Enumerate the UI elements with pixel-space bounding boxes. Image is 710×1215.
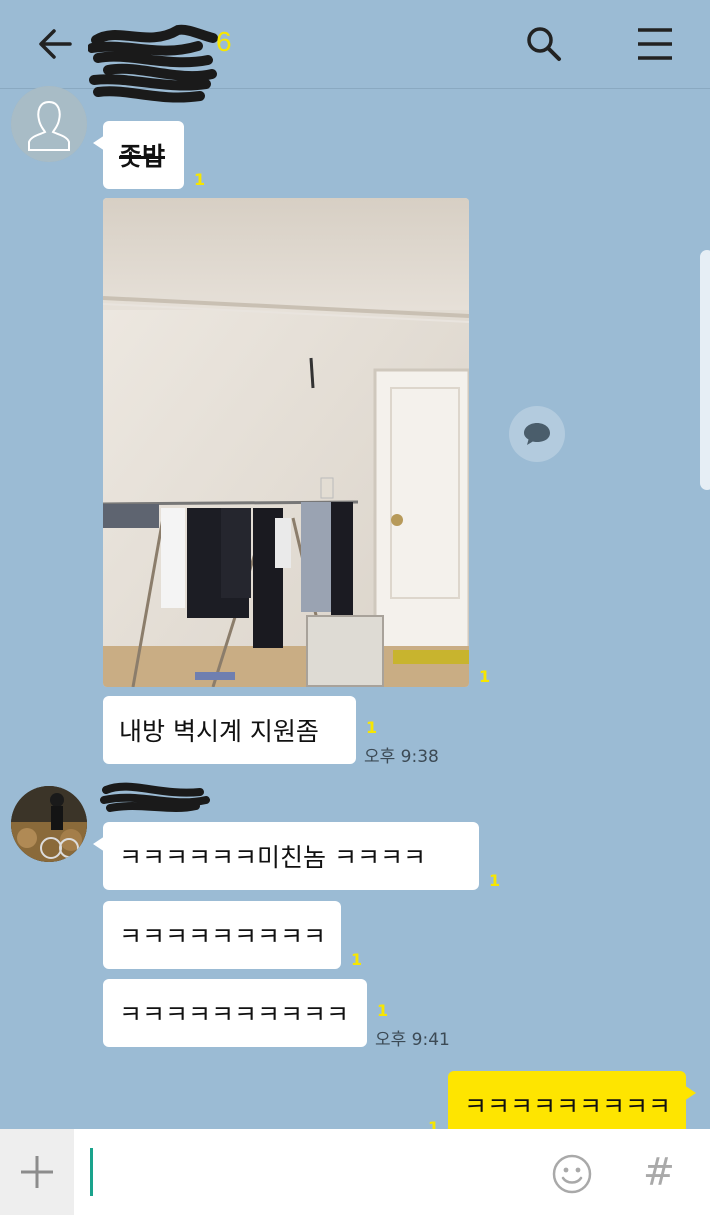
attach-button[interactable] <box>0 1129 74 1215</box>
scrollbar-handle[interactable] <box>700 250 710 490</box>
message-bubble[interactable]: 좃밥 <box>93 121 184 189</box>
back-arrow-icon[interactable] <box>36 24 76 64</box>
photo-message[interactable] <box>103 198 469 687</box>
profile-photo-image <box>11 786 87 862</box>
message-text: 좃밥 <box>119 142 166 171</box>
unread-count: 1 <box>489 871 501 890</box>
message-text: 내방 벽시계 지원좀 <box>119 717 319 746</box>
message-text: ㅋㅋㅋㅋㅋㅋㅋㅋㅋ <box>119 922 327 951</box>
redacted-sender-name <box>100 782 210 812</box>
hashtag-icon[interactable]: # <box>643 1150 675 1194</box>
smiley-icon[interactable] <box>551 1153 593 1195</box>
default-profile-icon <box>11 86 87 162</box>
share-button[interactable] <box>509 406 565 462</box>
sender-avatar[interactable] <box>11 786 87 862</box>
search-icon[interactable] <box>524 24 564 64</box>
text-cursor <box>90 1148 93 1196</box>
unread-count: 1 <box>366 718 378 737</box>
unread-count: 1 <box>194 170 206 189</box>
message-input[interactable] <box>76 1129 536 1215</box>
message-bubble[interactable]: ㅋㅋㅋㅋㅋㅋㅋㅋㅋ <box>103 901 341 969</box>
message-timestamp: 오후 9:41 <box>375 1030 450 1050</box>
message-input-bar <box>0 1129 710 1215</box>
chat-header: 6 <box>0 0 710 103</box>
message-timestamp: 오후 9:38 <box>364 747 439 767</box>
hamburger-menu-icon[interactable] <box>636 26 674 62</box>
sender-avatar[interactable] <box>11 86 87 162</box>
message-bubble[interactable]: 내방 벽시계 지원좀 <box>103 696 356 764</box>
message-text: ㅋㅋㅋㅋㅋㅋ미친놈 ㅋㅋㅋㅋ <box>119 843 426 872</box>
message-bubble[interactable]: ㅋㅋㅋㅋㅋㅋㅋㅋㅋㅋ <box>103 979 367 1047</box>
plus-icon <box>21 1156 53 1188</box>
room-photo-image <box>103 198 469 687</box>
message-bubble[interactable]: ㅋㅋㅋㅋㅋㅋ미친놈 ㅋㅋㅋㅋ <box>93 822 479 890</box>
redacted-chat-title <box>88 24 218 103</box>
message-text: ㅋㅋㅋㅋㅋㅋㅋㅋㅋㅋ <box>119 1000 350 1029</box>
unread-count: 1 <box>479 667 491 686</box>
unread-count: 1 <box>377 1001 389 1020</box>
unread-count: 1 <box>351 950 363 969</box>
speech-bubble-icon <box>524 423 550 445</box>
message-text: ㅋㅋㅋㅋㅋㅋㅋㅋㅋ <box>464 1092 672 1121</box>
member-count: 6 <box>216 26 232 57</box>
